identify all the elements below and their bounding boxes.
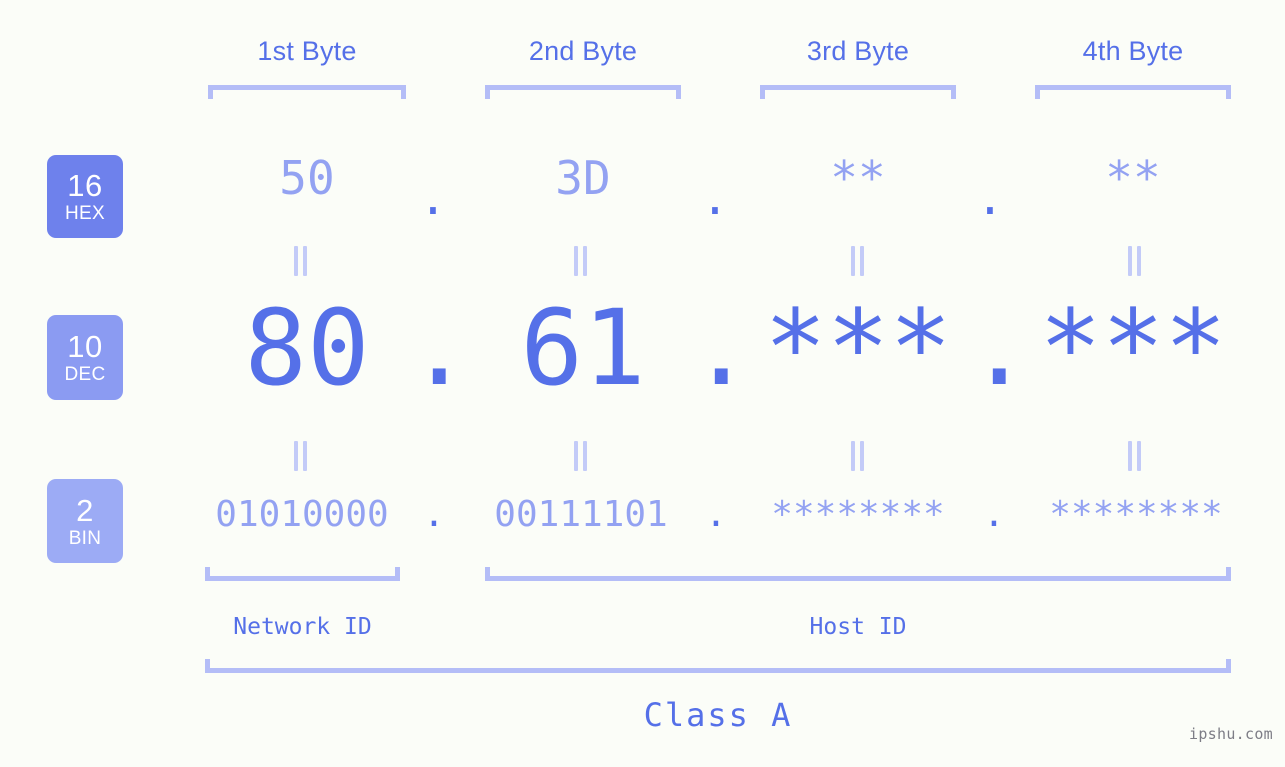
network-id-bracket [205, 567, 400, 581]
base-badge-bin-unit: BIN [68, 527, 102, 549]
hex-octet-1: 50 [279, 151, 335, 205]
byte-bracket-4 [1035, 85, 1231, 99]
equals-connector-dec-bin-2 [572, 441, 590, 471]
hex-octet-2: 3D [555, 151, 611, 205]
byte-header-3: 3rd Byte [806, 36, 910, 66]
dec-octet-1: 80 [244, 287, 370, 409]
hex-separator-1: . [419, 171, 447, 225]
base-badge-dec-unit: DEC [64, 364, 106, 385]
network-id-label: Network ID [233, 614, 372, 640]
host-id-label: Host ID [809, 614, 907, 640]
byte-header-1: 1st Byte [257, 36, 357, 66]
base-badge-hex: 16 HEX [47, 155, 123, 238]
bin-separator-2: . [705, 494, 727, 535]
ip-address-breakdown-diagram: 1st Byte 2nd Byte 3rd Byte 4th Byte 16 H… [0, 0, 1285, 767]
hex-octet-3: ** [830, 151, 886, 205]
equals-connector-dec-bin-4 [1126, 441, 1144, 471]
dec-octet-4: *** [1039, 287, 1227, 409]
hex-separator-2: . [701, 171, 729, 225]
byte-bracket-3 [760, 85, 956, 99]
host-id-bracket [485, 567, 1231, 581]
byte-bracket-1 [208, 85, 406, 99]
bin-separator-3: . [983, 494, 1005, 535]
equals-connector-hex-dec-1 [292, 246, 310, 276]
class-bracket [205, 659, 1231, 673]
bin-octet-1: 01010000 [215, 494, 389, 535]
dec-octet-2: 61 [520, 287, 646, 409]
dec-separator-2: . [690, 287, 753, 409]
class-label: Class A [643, 696, 793, 734]
bin-octet-4: ******** [1049, 494, 1223, 535]
equals-connector-dec-bin-3 [849, 441, 867, 471]
bin-octet-3: ******** [771, 494, 945, 535]
equals-connector-dec-bin-1 [292, 441, 310, 471]
dec-separator-3: . [968, 287, 1031, 409]
bin-separator-1: . [423, 494, 445, 535]
dec-octet-3: *** [764, 287, 952, 409]
watermark: ipshu.com [1189, 725, 1273, 743]
byte-header-2: 2nd Byte [528, 36, 638, 66]
base-badge-bin: 2 BIN [47, 479, 123, 563]
base-badge-bin-number: 2 [76, 492, 94, 528]
hex-octet-4: ** [1105, 151, 1161, 205]
dec-separator-1: . [408, 287, 471, 409]
base-badge-hex-number: 16 [67, 168, 103, 203]
base-badge-dec-number: 10 [67, 329, 103, 364]
equals-connector-hex-dec-4 [1126, 246, 1144, 276]
base-badge-dec: 10 DEC [47, 315, 123, 400]
byte-bracket-2 [485, 85, 681, 99]
base-badge-hex-unit: HEX [65, 203, 105, 224]
bin-octet-2: 00111101 [494, 494, 668, 535]
hex-separator-3: . [976, 171, 1004, 225]
equals-connector-hex-dec-2 [572, 246, 590, 276]
byte-header-4: 4th Byte [1082, 36, 1184, 66]
equals-connector-hex-dec-3 [849, 246, 867, 276]
